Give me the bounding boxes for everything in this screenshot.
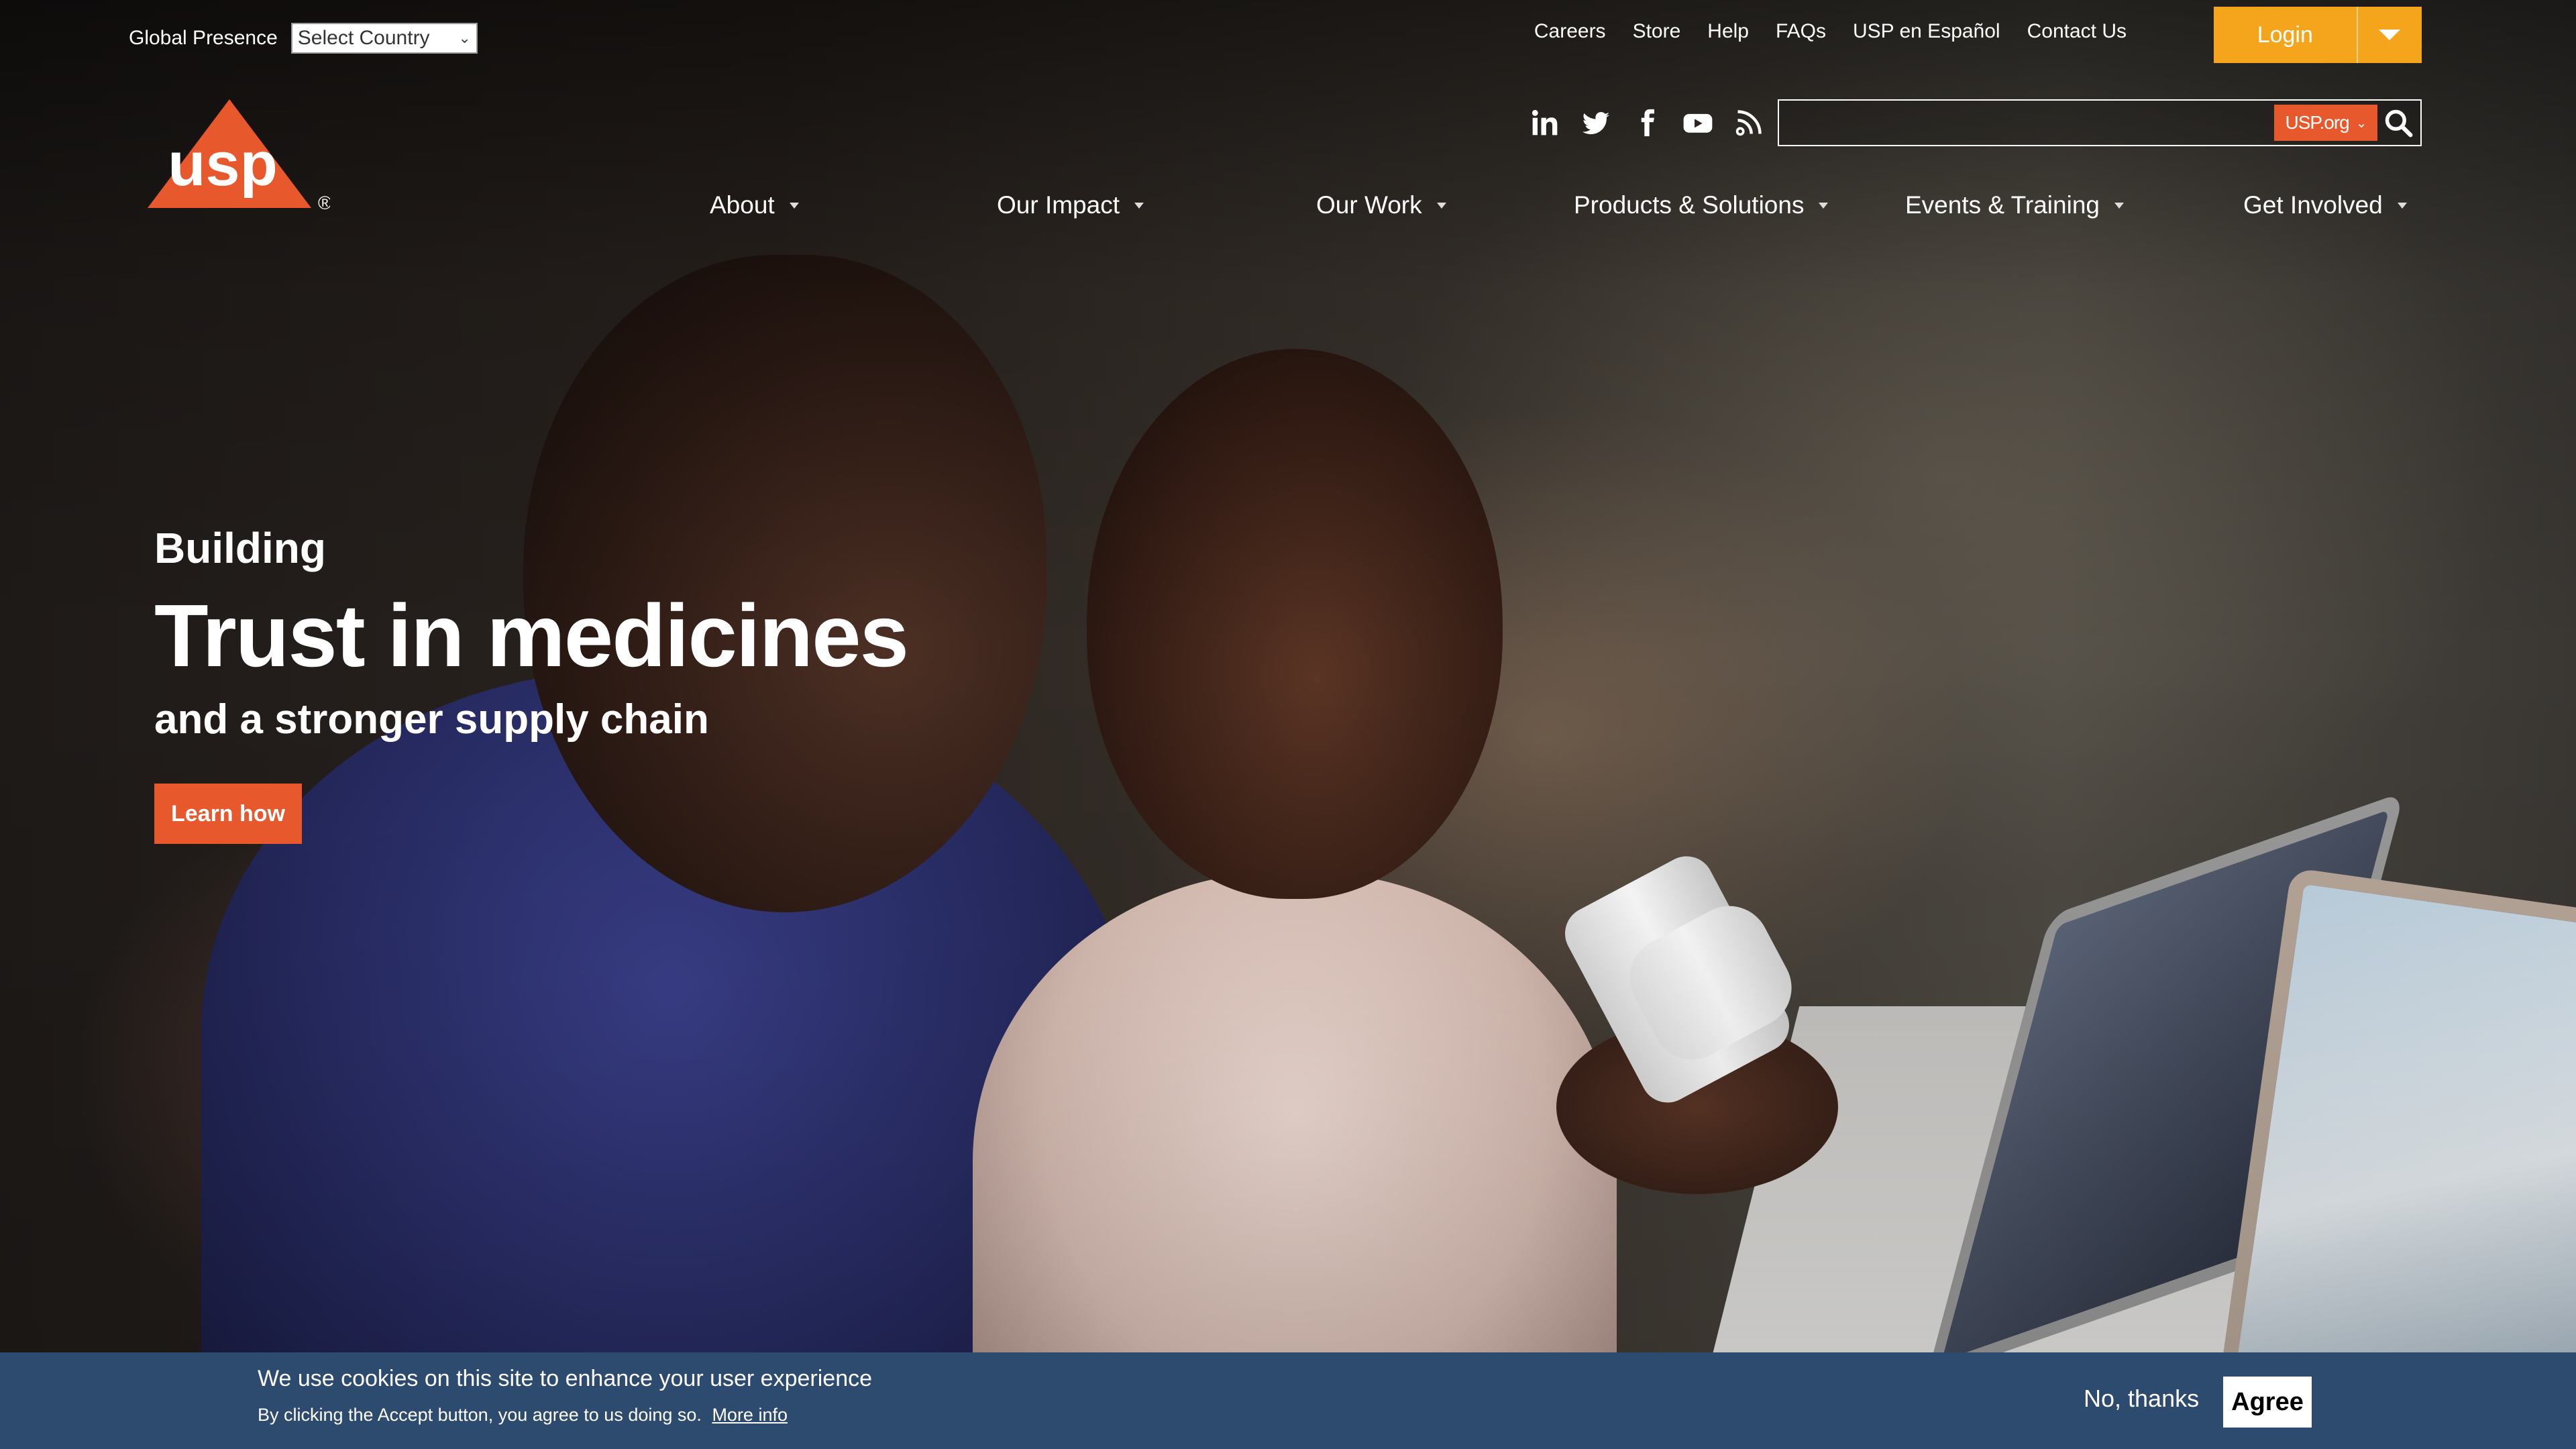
tablet-device — [1926, 792, 2405, 1379]
nav-our-work[interactable]: Our Work — [1316, 191, 1446, 219]
help-link[interactable]: Help — [1707, 20, 1749, 43]
nav-get-involved[interactable]: Get Involved — [2243, 191, 2407, 219]
nav-products-solutions[interactable]: Products & Solutions — [1574, 191, 1829, 219]
nav-label: Events & Training — [1905, 191, 2100, 219]
main-navigation: About Our Impact Our Work Products & Sol… — [0, 191, 2576, 231]
nav-label: Our Impact — [997, 191, 1120, 219]
learn-how-button[interactable]: Learn how — [154, 784, 302, 844]
girl-head — [1087, 349, 1503, 899]
search-bar: USP.org ⌄ — [1778, 99, 2422, 146]
nav-label: About — [710, 191, 775, 219]
hero-headline: Trust in medicines — [154, 586, 909, 685]
search-button[interactable] — [2380, 105, 2416, 141]
agree-button[interactable]: Agree — [2223, 1377, 2312, 1428]
hero-content: Building Trust in medicines and a strong… — [154, 523, 909, 743]
nav-our-impact[interactable]: Our Impact — [997, 191, 1144, 219]
hero-subline: and a stronger supply chain — [154, 696, 709, 743]
facebook-icon[interactable] — [1631, 107, 1662, 138]
contact-us-link[interactable]: Contact Us — [2027, 20, 2127, 43]
more-info-link[interactable]: More info — [712, 1405, 788, 1425]
nav-label: Get Involved — [2243, 191, 2383, 219]
caret-down-icon — [2114, 202, 2124, 209]
search-scope-select[interactable]: USP.org ⌄ — [2274, 105, 2377, 141]
utility-links: Careers Store Help FAQs USP en Español C… — [1534, 20, 2127, 43]
login-button-group: Login — [2214, 7, 2422, 63]
nav-events-training[interactable]: Events & Training — [1905, 191, 2124, 219]
store-link[interactable]: Store — [1633, 20, 1681, 43]
caret-down-icon — [2379, 30, 2401, 40]
caret-down-icon — [1134, 202, 1144, 209]
country-select-value: Select Country — [297, 27, 430, 49]
login-dropdown-button[interactable] — [2356, 7, 2422, 63]
search-icon — [2385, 109, 2413, 138]
search-scope-value: USP.org — [2285, 112, 2350, 133]
nav-about[interactable]: About — [710, 191, 799, 219]
hand — [1556, 1020, 1838, 1194]
chevron-down-icon: ⌄ — [2355, 115, 2367, 131]
man-figure — [201, 671, 1140, 1449]
login-button[interactable]: Login — [2214, 7, 2357, 63]
global-presence: Global Presence Select Country ⌄ — [129, 23, 478, 54]
twitter-icon[interactable] — [1580, 107, 1611, 138]
no-thanks-button[interactable]: No, thanks — [2084, 1385, 2199, 1413]
hero-kicker: Building — [154, 524, 326, 572]
rss-icon[interactable] — [1733, 107, 1764, 138]
chevron-down-icon: ⌄ — [458, 30, 471, 46]
laptop-device — [2220, 867, 2576, 1430]
cookie-title: We use cookies on this site to enhance y… — [258, 1366, 873, 1391]
caret-down-icon — [789, 202, 799, 209]
cookie-banner: We use cookies on this site to enhance y… — [0, 1352, 2576, 1449]
medicine-bottle-cap — [1615, 892, 1806, 1074]
country-select[interactable]: Select Country ⌄ — [290, 23, 478, 54]
utility-bar: Global Presence Select Country ⌄ Careers… — [0, 0, 2576, 74]
nav-label: Our Work — [1316, 191, 1422, 219]
nav-label: Products & Solutions — [1574, 191, 1805, 219]
caret-down-icon — [1436, 202, 1446, 209]
youtube-icon[interactable] — [1682, 107, 1713, 138]
usp-espanol-link[interactable]: USP en Español — [1853, 20, 2000, 43]
careers-link[interactable]: Careers — [1534, 20, 1606, 43]
search-input[interactable] — [1779, 101, 2275, 145]
faqs-link[interactable]: FAQs — [1776, 20, 1826, 43]
global-presence-label: Global Presence — [129, 27, 278, 49]
cookie-subtitle-text: By clicking the Accept button, you agree… — [258, 1405, 702, 1425]
caret-down-icon — [2397, 202, 2407, 209]
caret-down-icon — [1819, 202, 1829, 209]
cookie-subtitle: By clicking the Accept button, you agree… — [258, 1405, 788, 1426]
social-links — [1529, 107, 1764, 138]
linkedin-icon[interactable] — [1529, 107, 1560, 138]
logo-text: usp — [168, 130, 278, 199]
medicine-bottle — [1555, 847, 1799, 1112]
